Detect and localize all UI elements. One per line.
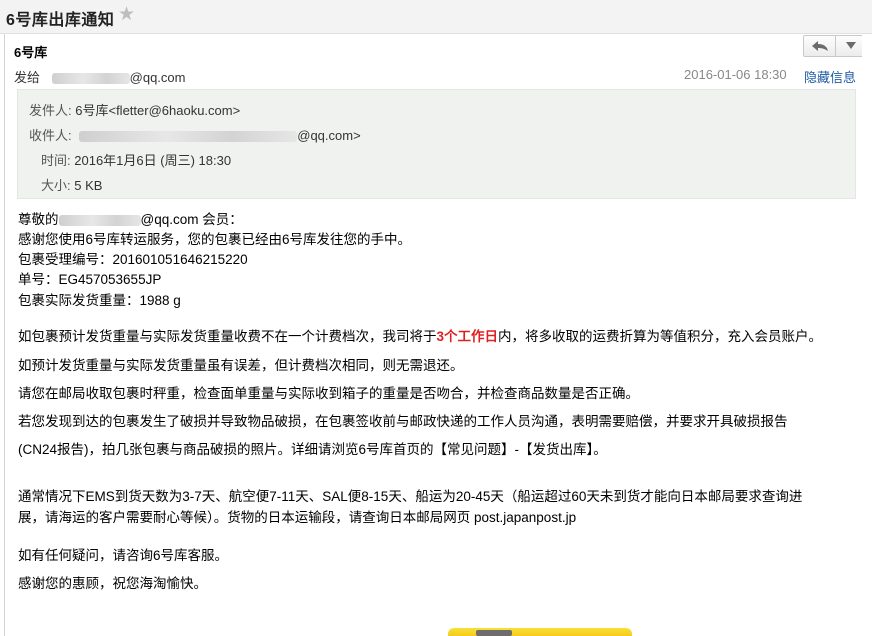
chevron-down-icon: [846, 42, 856, 49]
redacted-address: [51, 73, 130, 85]
from-value[interactable]: 6号库<fletter@6haoku.com>: [75, 103, 240, 118]
redacted-member: [58, 214, 141, 226]
recipient-domain: @qq.com: [129, 70, 186, 85]
no-refund-paragraph: 如预计发货重量与实际发货重量虽有误差，但计费档次相同，则无需退还。: [18, 358, 464, 373]
reply-button[interactable]: [804, 36, 836, 56]
shipping-paragraph-line1: 通常情况下EMS到货天数为3-7天、航空便7-11天、SAL便8-15天、船运为…: [18, 489, 803, 504]
header-details: 发件人: 6号库<fletter@6haoku.com> 收件人: @qq.co…: [17, 89, 856, 199]
size-row: 大小: 5 KB: [41, 175, 102, 194]
banner-handle: [476, 630, 512, 636]
hide-info-link[interactable]: 隐藏信息: [804, 67, 856, 86]
star-icon[interactable]: ★: [118, 5, 135, 24]
refund-text-after: 内，将多收取的运费折算为等值积分，充入会员账户。: [498, 329, 823, 344]
greeting: 尊敬的 @qq.com 会员：: [18, 208, 243, 228]
to-value-suffix[interactable]: @qq.com>: [297, 128, 360, 143]
bottom-banner: [448, 628, 632, 636]
check-paragraph: 请您在邮局收取包裹时秤重，检查面单重量与实际收到箱子的重量是否吻合，并检查商品数…: [18, 386, 639, 401]
time-row: 时间: 2016年1月6日 (周三) 18:30: [41, 150, 231, 169]
refund-highlight: 3个工作日: [436, 329, 499, 344]
recipient-line: 发给 @qq.com: [14, 67, 185, 86]
shipping-paragraph-line2: 展，请海运的客户需要耐心等候）。货物的日本运输段，请查询日本邮局网页 post.…: [18, 510, 577, 525]
title-bar: 6号库出库通知 ★: [0, 0, 872, 34]
contact-line: 如有任何疑问，请咨询6号库客服。: [18, 548, 229, 563]
from-label: 发件人:: [29, 103, 72, 118]
size-value: 5 KB: [74, 178, 103, 193]
size-label: 大小:: [41, 178, 71, 193]
refund-text-before: 如包裹预计发货重量与实际发货重量收费不在一个计费档次，我司将于: [18, 329, 437, 344]
from-row: 发件人: 6号库<fletter@6haoku.com>: [29, 100, 240, 119]
redacted-recipient: [79, 131, 298, 143]
tracking-id-line: 包裹受理编号：201601051646215220: [18, 252, 248, 267]
thanks-line: 感谢您使用6号库转运服务，您的包裹已经由6号库发往您的手中。: [18, 232, 412, 247]
reply-icon: [811, 41, 828, 51]
to-label: 发给: [14, 70, 41, 85]
time-label: 时间:: [41, 153, 71, 168]
scrollbar[interactable]: [862, 34, 872, 636]
time-value: 2016年1月6日 (周三) 18:30: [74, 153, 232, 168]
to-label-detail: 收件人:: [29, 128, 72, 143]
closing-line: 感谢您的惠顾，祝您海淘愉快。: [18, 576, 207, 591]
waybill-line: 单号：EG457053655JP: [18, 272, 162, 287]
damage-paragraph-line2: (CN24报告)，拍几张包裹与商品破损的照片。详细请浏览6号库首页的【常见问题】…: [18, 442, 607, 457]
mail-actions: [803, 35, 867, 57]
refund-paragraph: 如包裹预计发货重量与实际发货重量收费不在一个计费档次，我司将于3个工作日内，将多…: [18, 325, 822, 345]
sent-date: 2016-01-06 18:30: [684, 67, 787, 82]
greeting-prefix: 尊敬的: [18, 212, 59, 227]
weight-line: 包裹实际发货重量：1988 g: [18, 293, 181, 308]
greeting-suffix: @qq.com 会员：: [140, 212, 243, 227]
sender-name[interactable]: 6号库: [14, 42, 47, 61]
to-row: 收件人: @qq.com>: [29, 125, 361, 144]
mail-subject: 6号库出库通知: [6, 12, 115, 29]
damage-paragraph-line1: 若您发现到达的包裹发生了破损并导致物品破损，在包裹签收前与邮政快递的工作人员沟通…: [18, 414, 788, 429]
